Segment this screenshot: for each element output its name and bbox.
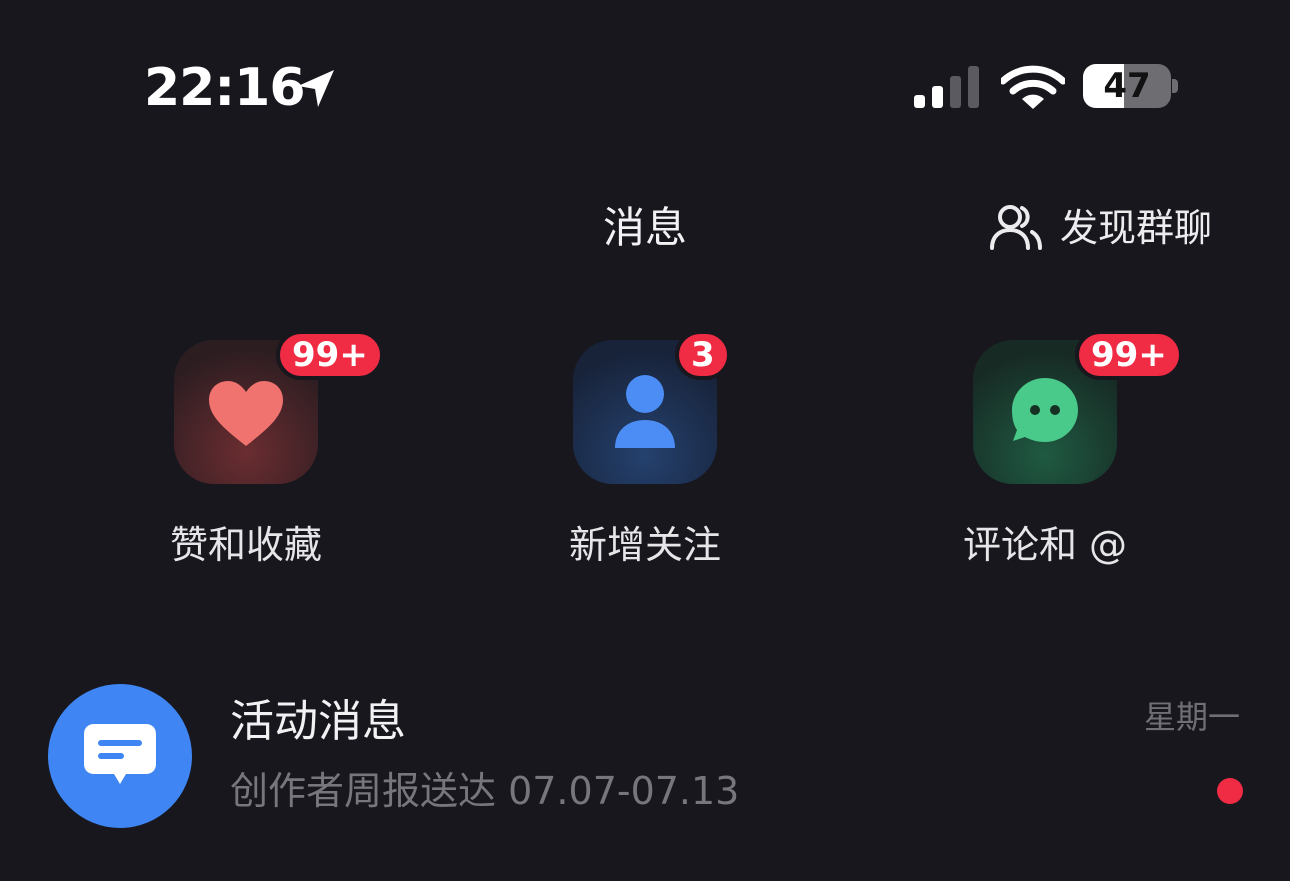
discover-group-chat-label: 发现群聊 [1060, 206, 1213, 250]
people-icon [990, 205, 1042, 250]
battery-indicator: 47 [1083, 64, 1171, 108]
message-item-activity[interactable]: 活动消息 创作者周报送达 07.07-07.13 星期一 [0, 680, 1290, 830]
entry-followers-label: 新增关注 [568, 523, 721, 567]
location-arrow-icon [298, 70, 334, 107]
entry-comments-label: 评论和 @ [962, 523, 1128, 567]
avatar [48, 684, 192, 828]
comments-badge: 99+ [1075, 330, 1183, 380]
wifi-icon [1001, 65, 1065, 109]
message-time: 星期一 [1143, 698, 1240, 736]
message-title: 活动消息 [230, 696, 406, 747]
discover-group-chat-button[interactable]: 发现群聊 [988, 200, 1212, 256]
battery-nub [1172, 79, 1178, 93]
status-time: 22:16 [144, 58, 306, 118]
entry-likes-label: 赞和收藏 [169, 523, 322, 567]
battery-level: 47 [1103, 66, 1151, 106]
likes-badge: 99+ [276, 330, 384, 380]
cellular-signal-icon [914, 66, 979, 108]
message-preview: 创作者周报送达 07.07-07.13 [230, 769, 740, 813]
message-icon [84, 724, 156, 784]
unread-dot [1217, 778, 1243, 804]
followers-badge: 3 [675, 330, 731, 380]
